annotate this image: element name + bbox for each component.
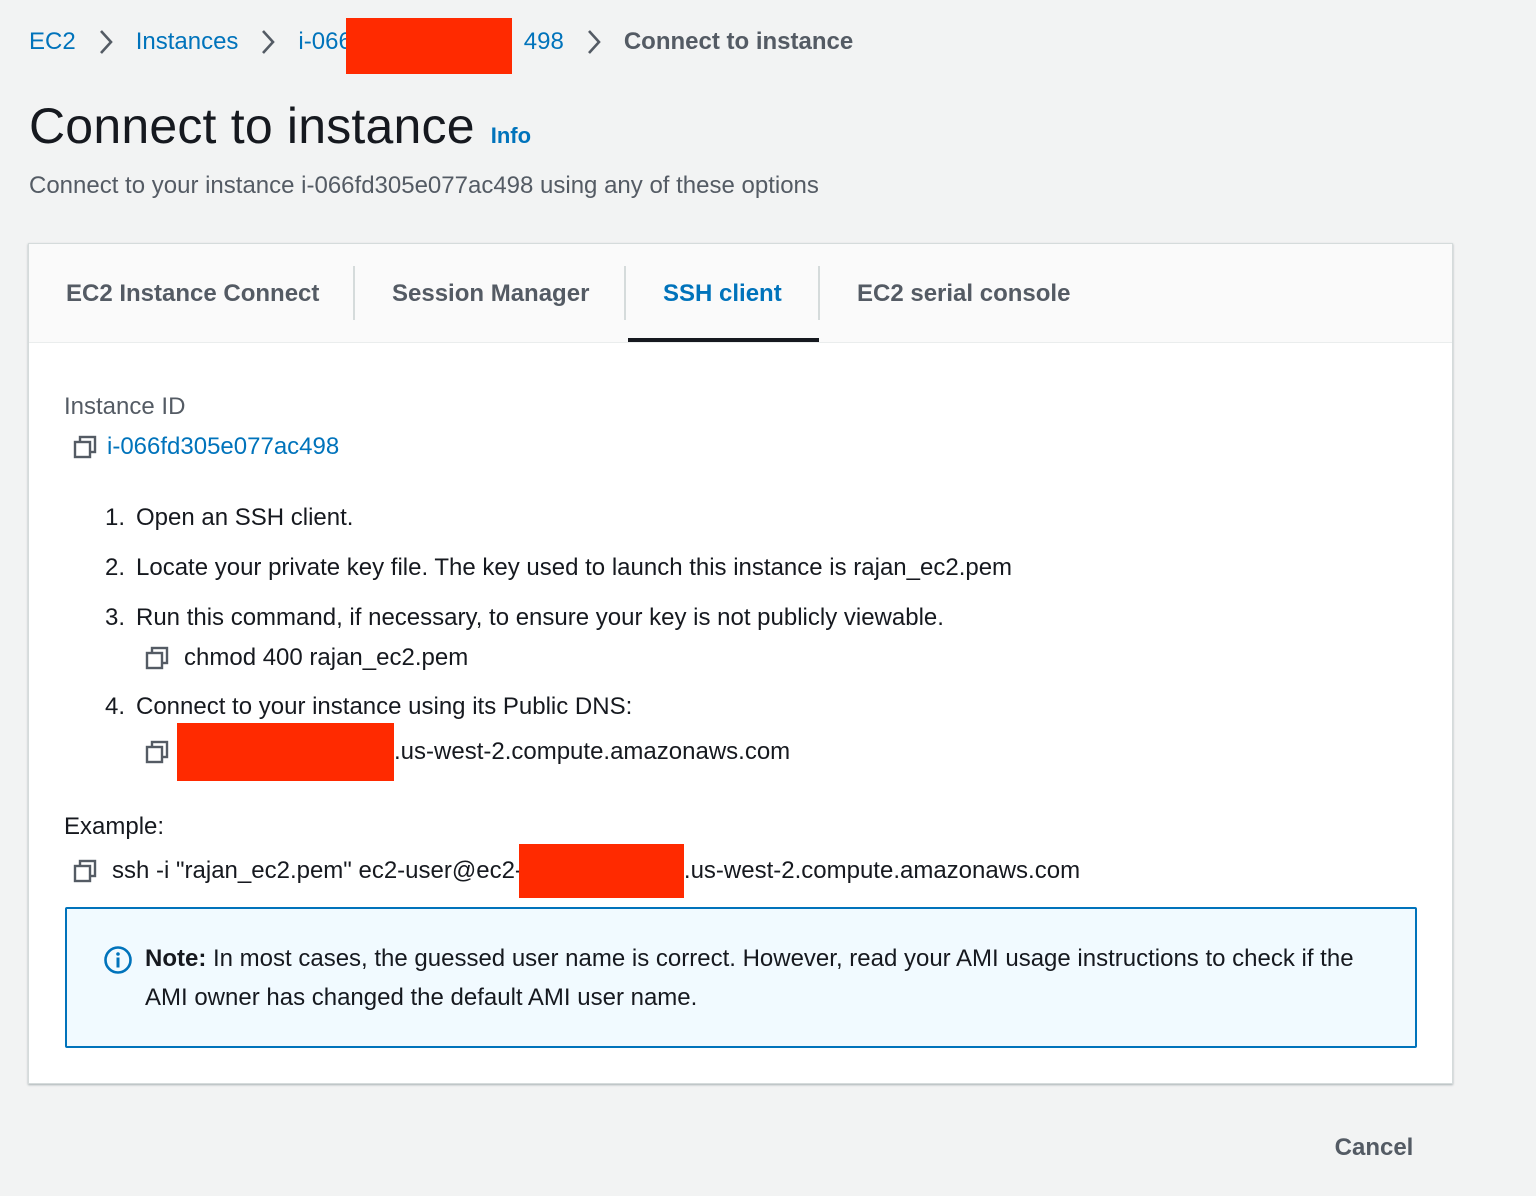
instance-id-link[interactable]: i-066fd305e077ac498 xyxy=(107,433,339,461)
step-text: Connect to your instance using its Publi… xyxy=(136,693,633,720)
instance-id-row: i-066fd305e077ac498 xyxy=(71,433,339,461)
breadcrumb-instance-id-end: 498 xyxy=(523,28,564,55)
public-dns-suffix: .us-west-2.compute.amazonaws.com xyxy=(394,738,791,765)
example-command-prefix: ssh -i "rajan_ec2.pem" ec2-user@ec2- xyxy=(112,857,523,884)
breadcrumb-instance-id-start: i-066 xyxy=(298,28,352,55)
active-tab-indicator xyxy=(628,338,819,342)
connect-panel: EC2 Instance Connect Session Manager SSH… xyxy=(28,243,1453,1084)
breadcrumb-current: Connect to instance xyxy=(623,28,854,55)
step-number: 1. xyxy=(104,504,125,531)
breadcrumb-ec2[interactable]: EC2 xyxy=(29,28,76,56)
step-text: Open an SSH client. xyxy=(136,504,354,531)
copy-icon[interactable] xyxy=(143,644,171,672)
redaction-box xyxy=(177,723,394,781)
copy-icon[interactable] xyxy=(71,433,99,461)
public-dns-row: .us-west-2.compute.amazonaws.com xyxy=(143,723,790,781)
instance-id-label: Instance ID xyxy=(64,393,186,420)
cancel-button[interactable]: Cancel xyxy=(1322,1125,1426,1171)
breadcrumb-instance-id[interactable]: i-066 498 xyxy=(298,18,564,74)
tab-divider xyxy=(353,266,355,320)
breadcrumb: EC2 Instances i-066 498 Connect to instan… xyxy=(29,18,854,74)
note-text: Note: In most cases, the guessed user na… xyxy=(145,939,1385,1017)
chevron-right-icon xyxy=(586,29,602,55)
breadcrumb-instances[interactable]: Instances xyxy=(136,28,239,56)
tab-ec2-serial-console[interactable]: EC2 serial console xyxy=(857,244,1070,343)
example-label: Example: xyxy=(64,813,165,840)
tab-divider xyxy=(624,266,626,320)
chevron-right-icon xyxy=(98,29,114,55)
tab-ec2-instance-connect[interactable]: EC2 Instance Connect xyxy=(66,244,319,343)
step-number: 4. xyxy=(104,693,125,720)
note-alert: Note: In most cases, the guessed user na… xyxy=(65,907,1417,1048)
page-header: Connect to instance Info xyxy=(29,97,531,155)
redaction-box xyxy=(346,18,513,74)
example-command-row: ssh -i "rajan_ec2.pem" ec2-user@ec2- .us… xyxy=(71,844,1080,898)
copy-icon[interactable] xyxy=(143,738,171,766)
page-title: Connect to instance xyxy=(29,98,475,154)
note-bold: Note: xyxy=(145,945,207,972)
chevron-right-icon xyxy=(260,29,276,55)
page-description: Connect to your instance i-066fd305e077a… xyxy=(29,172,819,199)
step-text: Run this command, if necessary, to ensur… xyxy=(136,604,944,631)
tab-ssh-client[interactable]: SSH client xyxy=(663,244,782,343)
step-text: Locate your private key file. The key us… xyxy=(136,554,1013,581)
chmod-command: chmod 400 rajan_ec2.pem xyxy=(184,644,469,671)
tab-bar: EC2 Instance Connect Session Manager SSH… xyxy=(29,244,1452,343)
chmod-command-row: chmod 400 rajan_ec2.pem xyxy=(143,644,468,672)
info-link[interactable]: Info xyxy=(491,123,531,149)
step-number: 2. xyxy=(104,554,125,581)
info-circle-icon xyxy=(104,946,132,974)
note-body: In most cases, the guessed user name is … xyxy=(145,945,1354,1011)
example-command-suffix: .us-west-2.compute.amazonaws.com xyxy=(683,857,1081,884)
redaction-box xyxy=(518,844,684,898)
copy-icon[interactable] xyxy=(71,857,99,885)
tab-session-manager[interactable]: Session Manager xyxy=(392,244,589,343)
step-number: 3. xyxy=(104,604,125,631)
tab-divider xyxy=(818,266,820,320)
